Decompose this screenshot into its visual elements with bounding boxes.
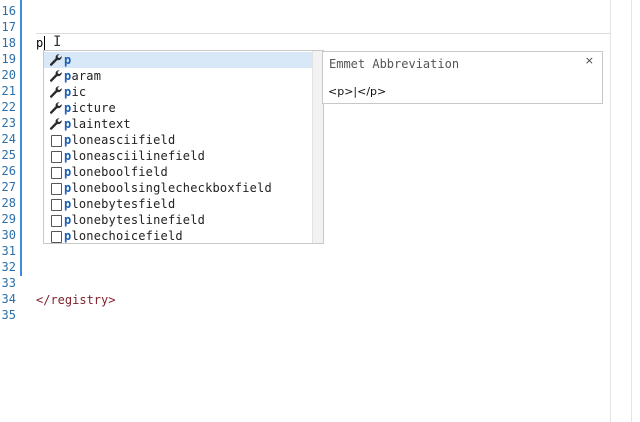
item-suffix: lonebytesfield bbox=[71, 197, 176, 211]
change-indicator-bar bbox=[20, 0, 22, 276]
line-number: 29 bbox=[1, 212, 16, 226]
autocomplete-item-label: param bbox=[64, 68, 101, 84]
line-number: 24 bbox=[1, 132, 16, 146]
registry-closing-tag[interactable]: </registry> bbox=[36, 292, 115, 308]
match-prefix: p bbox=[64, 53, 72, 67]
close-icon[interactable]: × bbox=[585, 54, 594, 67]
line-number: 28 bbox=[1, 196, 16, 210]
autocomplete-item[interactable]: plonebytesfield bbox=[44, 196, 312, 212]
line-number: 35 bbox=[1, 308, 16, 322]
doc-title: Emmet Abbreviation bbox=[329, 57, 460, 71]
line-number: 26 bbox=[1, 164, 16, 178]
autocomplete-item-label: plonebyteslinefield bbox=[64, 212, 205, 228]
line-number: 31 bbox=[1, 244, 16, 258]
file-icon bbox=[51, 183, 62, 195]
autocomplete-item[interactable]: param bbox=[44, 68, 312, 84]
autocomplete-item-label: ploneboolfield bbox=[64, 164, 168, 180]
autocomplete-item[interactable]: plonebyteslinefield bbox=[44, 212, 312, 228]
autocomplete-item-label: plonebytesfield bbox=[64, 196, 175, 212]
file-icon bbox=[51, 215, 62, 227]
line-number: 18 bbox=[1, 36, 16, 50]
doc-body: <p>|</p> bbox=[328, 85, 387, 98]
print-margin-line bbox=[610, 0, 611, 422]
autocomplete-item-label: ploneboolsinglecheckboxfield bbox=[64, 180, 272, 196]
autocomplete-item-label: plonechoicefield bbox=[64, 228, 183, 243]
autocomplete-item[interactable]: ploneasciilinefield bbox=[44, 148, 312, 164]
line-number: 23 bbox=[1, 116, 16, 130]
line-number: 32 bbox=[1, 260, 16, 274]
line-number: 16 bbox=[1, 4, 16, 18]
autocomplete-item-label: p bbox=[64, 52, 71, 68]
file-icon bbox=[51, 231, 62, 243]
line-number: 19 bbox=[1, 52, 16, 66]
item-suffix: laintext bbox=[71, 117, 131, 131]
autocomplete-item[interactable]: ploneboolsinglecheckboxfield bbox=[44, 180, 312, 196]
item-suffix: loneasciifield bbox=[71, 133, 176, 147]
autocomplete-item[interactable]: plonechoicefield bbox=[44, 228, 312, 243]
file-icon bbox=[51, 199, 62, 211]
autocomplete-item[interactable]: picture bbox=[44, 100, 312, 116]
wrench-icon bbox=[49, 117, 63, 131]
autocomplete-item-label: ploneasciifield bbox=[64, 132, 175, 148]
wrench-icon bbox=[49, 85, 63, 99]
line-number: 30 bbox=[1, 228, 16, 242]
item-suffix: loneboolfield bbox=[71, 165, 168, 179]
right-edge-line bbox=[631, 0, 632, 422]
autocomplete-item[interactable]: pic bbox=[44, 84, 312, 100]
autocomplete-item-label: picture bbox=[64, 100, 116, 116]
wrench-icon bbox=[49, 53, 63, 67]
item-suffix: loneasciilinefield bbox=[71, 149, 206, 163]
item-suffix: aram bbox=[71, 69, 102, 83]
item-suffix: icture bbox=[71, 101, 116, 115]
autocomplete-item[interactable]: p bbox=[44, 52, 312, 68]
autocomplete-item-label: plaintext bbox=[64, 116, 131, 132]
line-number: 20 bbox=[1, 68, 16, 82]
line-number: 17 bbox=[1, 20, 16, 34]
item-suffix: lonechoicefield bbox=[71, 229, 183, 243]
item-suffix: ic bbox=[71, 85, 87, 99]
current-line-border bbox=[36, 33, 610, 34]
item-suffix: loneboolsinglecheckboxfield bbox=[71, 181, 272, 195]
item-suffix: lonebyteslinefield bbox=[71, 213, 206, 227]
line-number-gutter: 16 17 18 19 20 21 22 23 24 25 26 27 28 29 30 31 32 33 34 35 bbox=[0, 0, 26, 422]
line-number: 27 bbox=[1, 180, 16, 194]
wrench-icon bbox=[49, 69, 63, 83]
autocomplete-item[interactable]: ploneasciifield bbox=[44, 132, 312, 148]
ibeam-cursor-icon: I bbox=[53, 34, 62, 50]
autocomplete-popup[interactable]: p param pic picture plaintext ploneasciifield… bbox=[43, 50, 324, 244]
autocomplete-item-label: ploneasciilinefield bbox=[64, 148, 205, 164]
line-number: 22 bbox=[1, 100, 16, 114]
documentation-popup: Emmet Abbreviation × <p>|</p> bbox=[322, 51, 603, 104]
autocomplete-item[interactable]: plaintext bbox=[44, 116, 312, 132]
file-icon bbox=[51, 135, 62, 147]
text-caret bbox=[44, 36, 45, 51]
line-number: 25 bbox=[1, 148, 16, 162]
line-number: 33 bbox=[1, 276, 16, 290]
line-number: 21 bbox=[1, 84, 16, 98]
file-icon bbox=[51, 167, 62, 179]
autocomplete-item-label: pic bbox=[64, 84, 86, 100]
wrench-icon bbox=[49, 101, 63, 115]
autocomplete-item[interactable]: ploneboolfield bbox=[44, 164, 312, 180]
file-icon bbox=[51, 151, 62, 163]
line-number: 34 bbox=[1, 292, 16, 306]
current-code-line[interactable]: p bbox=[36, 35, 43, 51]
